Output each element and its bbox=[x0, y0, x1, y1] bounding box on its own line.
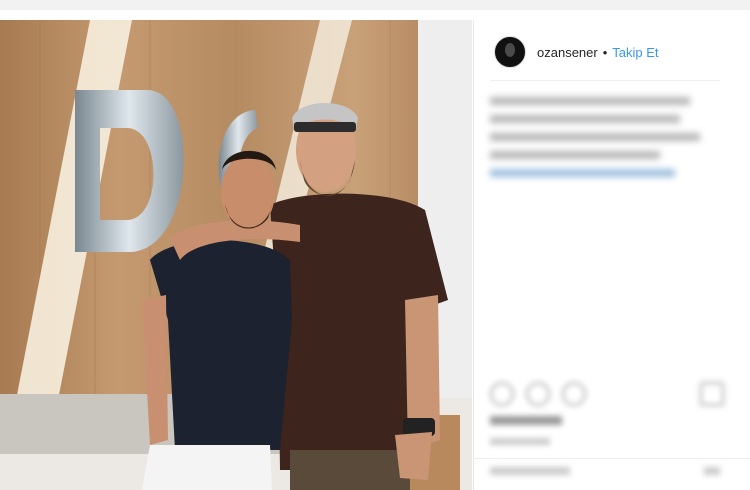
more-options-icon[interactable] bbox=[704, 467, 720, 475]
post-sidebar: ozansener • Takip Et bbox=[473, 20, 750, 490]
post-photo[interactable] bbox=[0, 20, 472, 490]
separator-dot: • bbox=[602, 44, 608, 60]
post-header: ozansener • Takip Et bbox=[494, 34, 659, 70]
comment-bar bbox=[474, 458, 750, 490]
comment-icon[interactable] bbox=[526, 382, 550, 406]
cap-strap bbox=[294, 122, 356, 132]
right-hand bbox=[395, 432, 432, 480]
heart-icon[interactable] bbox=[490, 382, 514, 406]
follow-button[interactable]: Takip Et bbox=[612, 45, 658, 60]
action-bar bbox=[490, 382, 730, 410]
bookmark-icon[interactable] bbox=[700, 382, 724, 406]
divider bbox=[490, 80, 720, 81]
avatar[interactable] bbox=[494, 36, 526, 68]
blurred-likes bbox=[490, 416, 562, 425]
username-link[interactable]: ozansener bbox=[537, 45, 598, 60]
post-modal: ozansener • Takip Et bbox=[0, 0, 750, 490]
photo-illustration bbox=[0, 20, 472, 490]
trousers bbox=[290, 450, 410, 490]
blurred-caption bbox=[490, 92, 716, 187]
share-icon[interactable] bbox=[562, 382, 586, 406]
comment-input[interactable] bbox=[490, 467, 570, 475]
blurred-date bbox=[490, 438, 550, 445]
white-pants bbox=[142, 445, 272, 490]
